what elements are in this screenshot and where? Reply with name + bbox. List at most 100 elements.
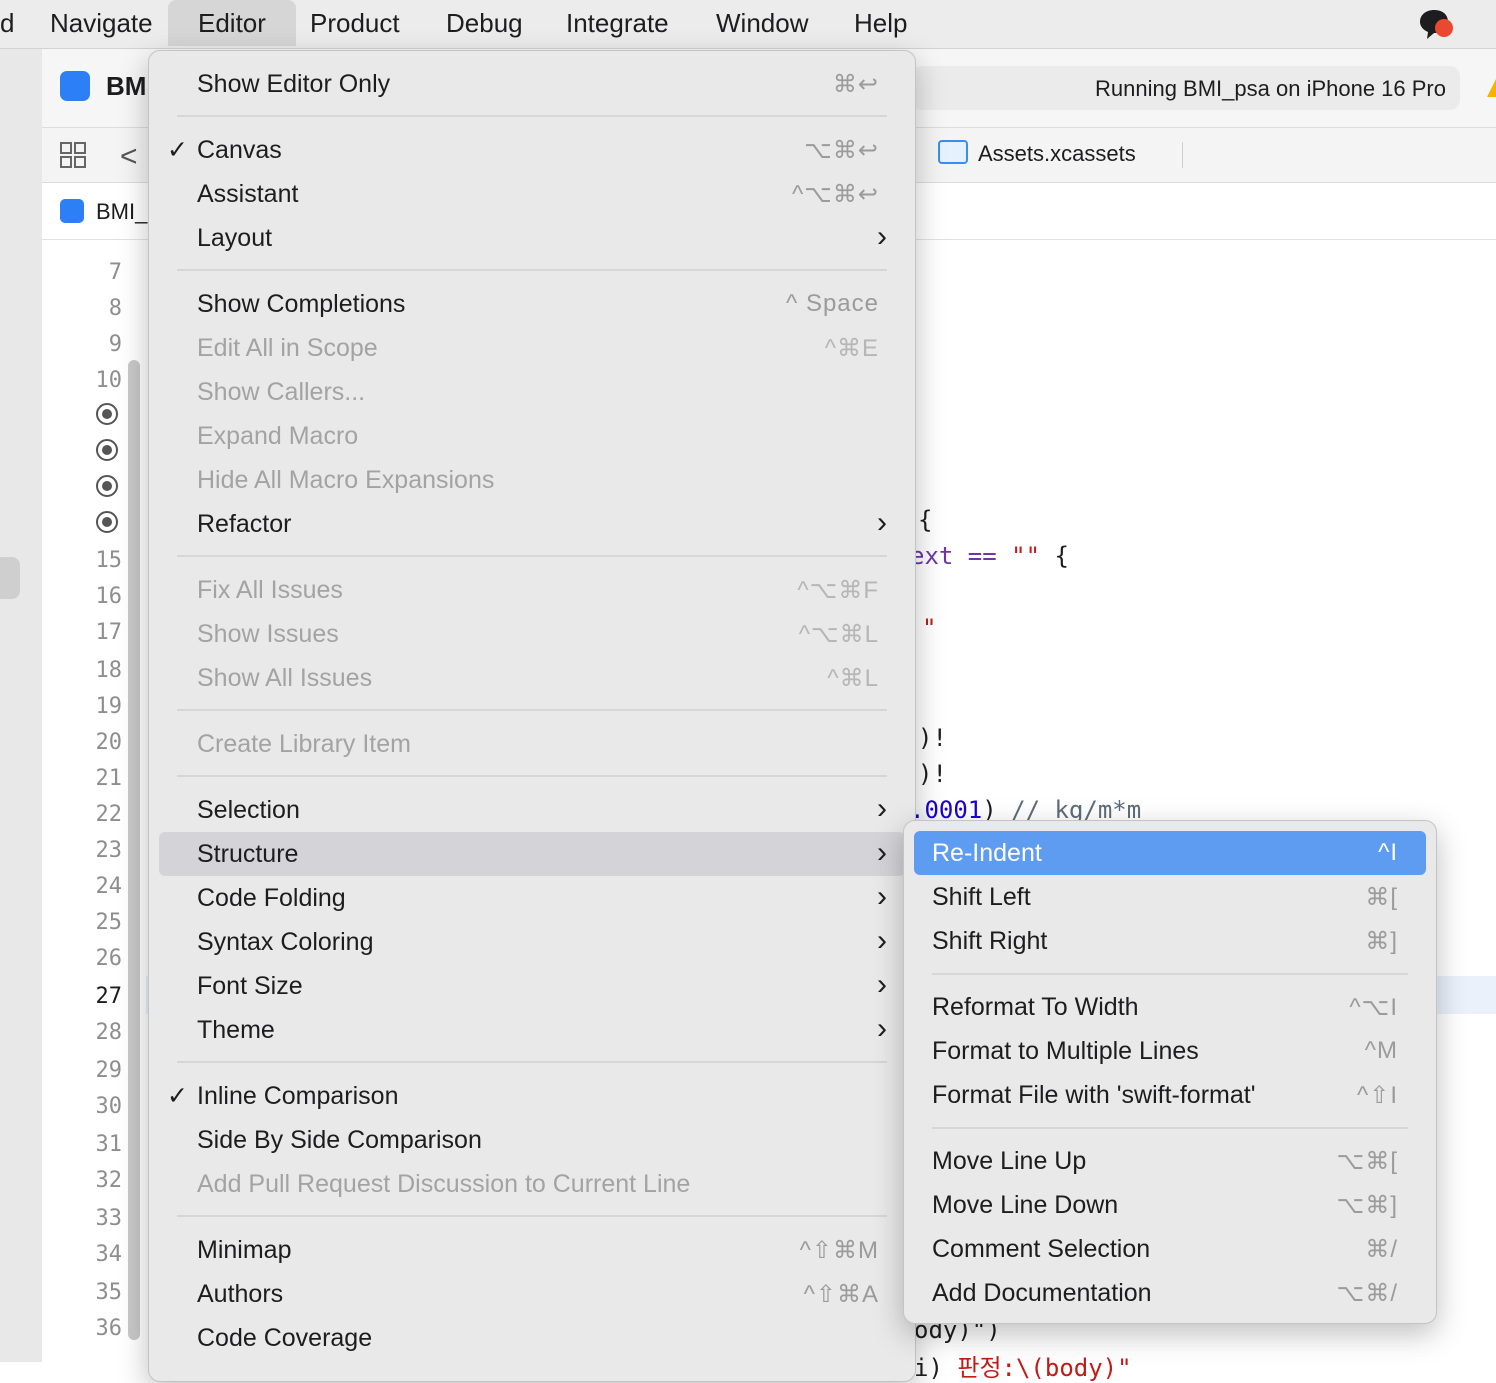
- chevron-right-icon: ›: [877, 220, 887, 253]
- run-status-text: Running BMI_psa on iPhone 16 Pro: [1094, 76, 1446, 101]
- submenu-item-move-line-up[interactable]: Move Line Up ⌥⌘[: [914, 1139, 1426, 1183]
- menu-item-fix-all-issues: Fix All Issues ^⌥⌘F: [159, 568, 905, 612]
- code-string: 판정:\(body)": [957, 1354, 1132, 1382]
- app-icon: [60, 71, 90, 101]
- menu-separator: [177, 269, 887, 271]
- menubar-item-window[interactable]: Window: [716, 0, 808, 46]
- code-fragment[interactable]: i) 판정:\(body)": [914, 1348, 1132, 1383]
- line-number: 18: [95, 658, 123, 683]
- grid-icon[interactable]: [60, 142, 86, 168]
- submenu-item-shift-right[interactable]: Shift Right ⌘]: [914, 919, 1426, 963]
- menu-item-font-size[interactable]: Font Size ›: [159, 964, 905, 1008]
- menubar-item-navigate[interactable]: Navigate: [50, 0, 153, 46]
- line-number: 8: [108, 296, 122, 321]
- back-chevron-icon[interactable]: <: [120, 140, 138, 174]
- submenu-item-add-documentation[interactable]: Add Documentation ⌥⌘/: [914, 1271, 1426, 1315]
- menubar-item-editor[interactable]: Editor: [168, 0, 296, 46]
- submenu-item-shift-left[interactable]: Shift Left ⌘[: [914, 875, 1426, 919]
- menu-item-code-coverage[interactable]: Code Coverage: [159, 1316, 905, 1360]
- menu-item-label: Selection: [197, 796, 300, 824]
- line-number: 10: [95, 368, 123, 393]
- submenu-item-label: Move Line Up: [932, 1147, 1087, 1175]
- code-token: {: [1040, 542, 1069, 570]
- line-number: 17: [95, 620, 123, 645]
- project-title[interactable]: BM: [106, 71, 146, 102]
- code-fragment[interactable]: )!: [918, 760, 947, 788]
- menubar-item-partial[interactable]: d: [0, 0, 14, 46]
- jump-bar-file[interactable]: BMI_: [96, 199, 147, 225]
- submenu-item-comment-selection[interactable]: Comment Selection ⌘/: [914, 1227, 1426, 1271]
- submenu-item-move-line-down[interactable]: Move Line Down ⌥⌘]: [914, 1183, 1426, 1227]
- menubar-item-product[interactable]: Product: [310, 0, 400, 46]
- change-bar: [128, 360, 140, 1340]
- chevron-right-icon: ›: [877, 836, 887, 869]
- submenu-item-label: Shift Left: [932, 883, 1031, 911]
- menu-item-shortcut: ⌥⌘↩: [804, 137, 879, 164]
- menu-item-label: Refactor: [197, 510, 292, 538]
- navigator-strip: [0, 49, 43, 1362]
- submenu-item-label: Re-Indent: [932, 839, 1042, 867]
- menubar-item-help[interactable]: Help: [854, 0, 907, 46]
- chevron-right-icon: ›: [877, 1012, 887, 1045]
- line-number: 9: [108, 332, 122, 357]
- menu-item-syntax-coloring[interactable]: Syntax Coloring ›: [159, 920, 905, 964]
- breakpoint-icon[interactable]: [96, 475, 118, 497]
- breakpoint-icon[interactable]: [96, 403, 118, 425]
- menu-item-show-editor-only[interactable]: Show Editor Only ⌘↩: [159, 62, 905, 106]
- line-number: 15: [95, 548, 123, 573]
- menu-item-label: Layout: [197, 224, 273, 252]
- menu-separator: [177, 1061, 887, 1063]
- submenu-item-reformat-to-width[interactable]: Reformat To Width ^⌥I: [914, 985, 1426, 1029]
- menu-item-layout[interactable]: Layout ›: [159, 216, 905, 260]
- menu-item-label: Hide All Macro Expansions: [197, 466, 495, 494]
- code-fragment[interactable]: )!: [918, 724, 947, 752]
- menu-item-show-completions[interactable]: Show Completions ^ Space: [159, 282, 905, 326]
- code-fragment[interactable]: {: [918, 506, 932, 534]
- menu-item-show-issues: Show Issues ^⌥⌘L: [159, 612, 905, 656]
- code-fragment[interactable]: ext == "" {: [910, 542, 1069, 570]
- menu-item-refactor[interactable]: Refactor ›: [159, 502, 905, 546]
- menu-item-inline-comparison[interactable]: ✓ Inline Comparison: [159, 1074, 905, 1118]
- menu-item-structure[interactable]: Structure ›: [159, 832, 905, 876]
- menu-item-code-folding[interactable]: Code Folding ›: [159, 876, 905, 920]
- menu-item-label: Minimap: [197, 1236, 292, 1264]
- menu-item-theme[interactable]: Theme ›: [159, 1008, 905, 1052]
- menu-item-shortcut: ^⌥⌘F: [797, 577, 879, 604]
- menu-item-shortcut: ^⌘E: [824, 335, 879, 362]
- menu-item-canvas[interactable]: ✓ Canvas ⌥⌘↩: [159, 128, 905, 172]
- submenu-item-shortcut: ^⇧I: [1356, 1082, 1398, 1109]
- menu-item-shortcut: ^⌥⌘L: [798, 621, 879, 648]
- menubar-item-integrate[interactable]: Integrate: [566, 0, 669, 46]
- breakpoint-icon[interactable]: [96, 439, 118, 461]
- submenu-item-format-file-swift-format[interactable]: Format File with 'swift-format' ^⇧I: [914, 1073, 1426, 1117]
- submenu-item-shortcut: ^I: [1378, 839, 1398, 866]
- menu-item-assistant[interactable]: Assistant ^⌥⌘↩: [159, 172, 905, 216]
- breakpoint-icon[interactable]: [96, 511, 118, 533]
- menu-item-side-by-side-comparison[interactable]: Side By Side Comparison: [159, 1118, 905, 1162]
- menu-item-selection[interactable]: Selection ›: [159, 788, 905, 832]
- menu-item-label: Assistant: [197, 180, 299, 208]
- warning-icon[interactable]: [1487, 79, 1496, 97]
- submenu-item-label: Reformat To Width: [932, 993, 1139, 1021]
- submenu-item-label: Comment Selection: [932, 1235, 1151, 1263]
- menu-bar: d Navigate Editor Product Debug Integrat…: [0, 0, 1496, 49]
- menu-item-authors[interactable]: Authors ^⇧⌘A: [159, 1272, 905, 1316]
- line-number: 36: [95, 1316, 123, 1341]
- tab-assets[interactable]: Assets.xcassets: [938, 140, 1136, 167]
- code-string[interactable]: ": [922, 614, 936, 642]
- menu-item-label: Expand Macro: [197, 422, 359, 450]
- line-number: 20: [95, 730, 123, 755]
- editor-menu: Show Editor Only ⌘↩ ✓ Canvas ⌥⌘↩ Assista…: [148, 50, 916, 1382]
- chat-notification-icon[interactable]: [1416, 8, 1456, 42]
- checkmark-icon: ✓: [167, 1082, 188, 1110]
- submenu-item-re-indent[interactable]: Re-Indent ^I: [914, 831, 1426, 875]
- sidebar-handle[interactable]: [0, 557, 20, 599]
- structure-submenu: Re-Indent ^I Shift Left ⌘[ Shift Right ⌘…: [903, 820, 1437, 1324]
- menu-item-show-all-issues: Show All Issues ^⌘L: [159, 656, 905, 700]
- submenu-item-format-to-multiple-lines[interactable]: Format to Multiple Lines ^M: [914, 1029, 1426, 1073]
- menu-item-shortcut: ^⌥⌘↩: [791, 181, 879, 208]
- menubar-item-debug[interactable]: Debug: [446, 0, 523, 46]
- submenu-item-label: Format File with 'swift-format': [932, 1081, 1256, 1109]
- submenu-item-shortcut: ⌘/: [1365, 1236, 1398, 1263]
- menu-item-minimap[interactable]: Minimap ^⇧⌘M: [159, 1228, 905, 1272]
